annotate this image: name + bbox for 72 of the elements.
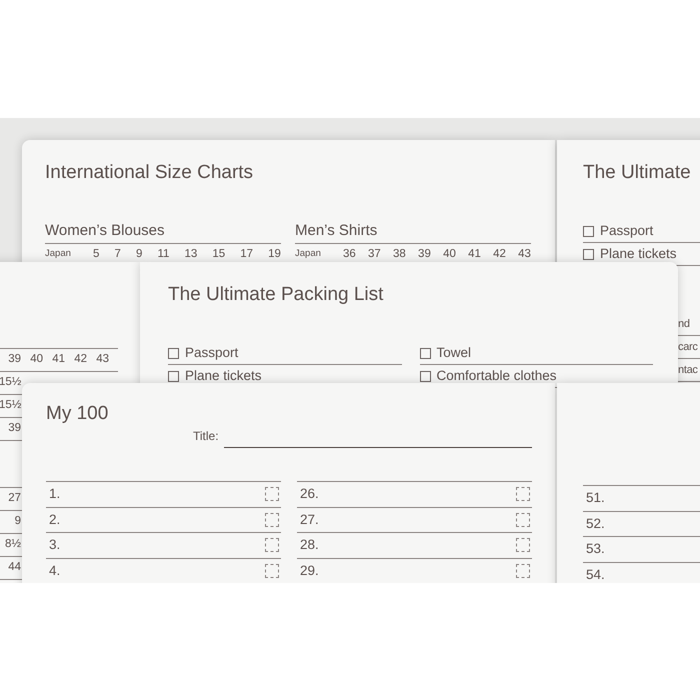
row-label: Japan xyxy=(295,247,322,262)
table-cell-text: 19 xyxy=(268,246,281,262)
checkbox-icon[interactable] xyxy=(420,348,430,358)
checklist-item: Plane tickets xyxy=(185,366,262,385)
table-cell-text: 5 xyxy=(93,246,100,262)
table-heading: Men’s Shirts xyxy=(295,222,531,244)
table-cell-text: 39 xyxy=(7,421,21,436)
checkbox-icon[interactable] xyxy=(583,226,594,236)
checkbox-icon[interactable] xyxy=(420,370,430,382)
table-cell-text: 7 xyxy=(114,246,121,262)
list-number: 51. xyxy=(586,489,605,508)
page-title: My 100 xyxy=(46,403,110,425)
checklist-item: ntac xyxy=(678,362,698,378)
table-cell-text: 43 xyxy=(518,246,531,262)
checkbox-icon[interactable] xyxy=(516,564,530,578)
checkbox-icon[interactable] xyxy=(265,564,279,578)
page-title: International Size Charts xyxy=(45,162,254,184)
table-cell-text: 38 xyxy=(393,246,406,262)
list-number: 52. xyxy=(586,514,605,533)
table-cell-text: 27 xyxy=(7,491,21,506)
table-cell-text: 39 xyxy=(418,246,431,262)
table-heading: Women’s Blouses xyxy=(45,222,281,244)
checklist-item: Passport xyxy=(185,344,238,362)
table-cell-text: 17 xyxy=(240,246,254,262)
list-number: 54. xyxy=(586,566,605,583)
checkbox-icon[interactable] xyxy=(516,512,530,527)
table-cell-text: 42 xyxy=(493,246,506,262)
checkbox-icon[interactable] xyxy=(516,538,530,552)
table-cell-text: 39 xyxy=(7,352,21,368)
table-cell-text: 9 xyxy=(136,246,142,262)
table-cell-text: 44 xyxy=(7,560,21,576)
list-number: 28. xyxy=(300,536,319,554)
table-cell-text: 40 xyxy=(29,352,43,368)
table-cell-text: 15½ xyxy=(0,375,21,390)
list-number: 2. xyxy=(49,510,60,529)
list-number: 27. xyxy=(300,510,319,529)
checklist-item: Comfortable clothes xyxy=(436,366,557,385)
checkbox-icon[interactable] xyxy=(168,370,179,382)
checkbox-icon[interactable] xyxy=(265,487,279,502)
table-cell-text: 43 xyxy=(95,352,109,368)
checklist-item: Plane tickets xyxy=(600,244,677,263)
table-cell-text: 13 xyxy=(184,246,198,262)
list-number: 53. xyxy=(586,540,605,558)
list-number: 1. xyxy=(49,485,60,504)
table-cell-text: 11 xyxy=(157,246,170,262)
checklist-item: Towel xyxy=(436,344,472,362)
list-number: 4. xyxy=(49,562,60,580)
table-cell-text: 42 xyxy=(73,352,87,368)
checkbox-icon[interactable] xyxy=(168,348,179,358)
list-number: 3. xyxy=(49,536,60,554)
list-number: 26. xyxy=(300,485,319,504)
checkbox-icon[interactable] xyxy=(516,487,530,502)
table-cell-text: 9 xyxy=(14,514,21,530)
table-cell-text: 37 xyxy=(368,246,381,262)
table-cell-text: 8½ xyxy=(4,537,21,552)
table-cell-text: 36 xyxy=(343,246,356,262)
list-number: 29. xyxy=(300,562,319,580)
table-cell-text: 41 xyxy=(51,352,65,368)
checkbox-icon[interactable] xyxy=(265,512,279,527)
checkbox-icon[interactable] xyxy=(583,248,594,260)
checklist-item: Passport xyxy=(600,222,654,240)
checklist-item: carc xyxy=(678,340,698,355)
page-title: The Ultimate Packing List xyxy=(168,284,384,306)
row-label: Japan xyxy=(45,247,72,262)
table-cell-text: 40 xyxy=(443,246,456,262)
page-title: The Ultimate xyxy=(583,162,692,184)
field-label: Title: xyxy=(193,428,219,445)
table-cell-text: 15½ xyxy=(0,398,21,414)
table-cell-text: 15 xyxy=(212,246,226,262)
checkbox-icon[interactable] xyxy=(265,538,279,552)
table-cell-text: 41 xyxy=(468,246,481,262)
checklist-item: nd xyxy=(678,316,690,332)
